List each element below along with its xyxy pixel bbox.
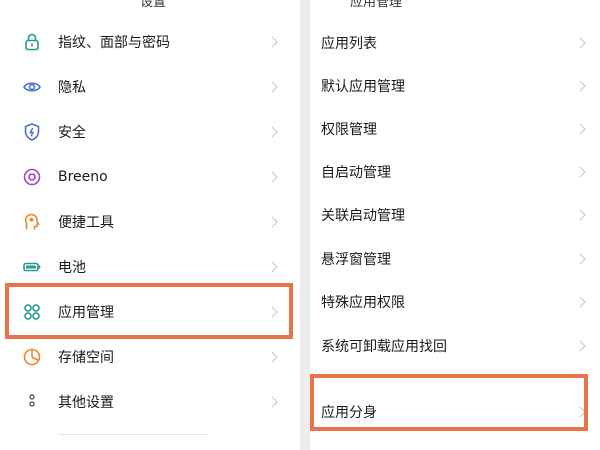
more-icon: [29, 394, 35, 407]
lock-icon: [25, 33, 39, 51]
chevron-right-icon: [574, 123, 586, 135]
eye-icon: [23, 82, 41, 92]
settings-item-label: 便捷工具: [58, 215, 114, 231]
menu-item-label: 权限管理: [321, 122, 377, 138]
chevron-right-icon: [266, 306, 278, 318]
app-management-panel: 应用管理 应用列表 默认应用管理 权限管理 自启动管理 关联启动管理 悬浮窗管理…: [310, 0, 600, 450]
menu-item-label: 悬浮窗管理: [321, 252, 391, 268]
settings-item-other-settings[interactable]: 其他设置: [0, 382, 300, 422]
settings-item-label: 应用管理: [58, 305, 114, 321]
menu-item-label: 默认应用管理: [321, 79, 405, 95]
settings-panel: 设置 指纹、面部与密码 隐私 安全 Breeno 便捷工具 电池 应用管理 存储…: [0, 0, 300, 450]
app-management-item-permissions[interactable]: 权限管理: [310, 109, 600, 149]
settings-item-app-management[interactable]: 应用管理: [0, 292, 300, 332]
chevron-right-icon: [266, 351, 278, 363]
storage-icon: [23, 348, 41, 366]
app-management-item-default-apps[interactable]: 默认应用管理: [310, 66, 600, 106]
app-management-item-app-clone[interactable]: 应用分身: [310, 392, 600, 432]
settings-item-battery[interactable]: 电池: [0, 247, 300, 287]
battery-icon: [23, 262, 41, 272]
settings-item-storage[interactable]: 存储空间: [0, 337, 300, 377]
settings-item-label: 指纹、面部与密码: [58, 35, 170, 51]
settings-item-label: 安全: [58, 125, 86, 141]
chevron-right-icon: [574, 340, 586, 352]
menu-item-label: 应用列表: [321, 36, 377, 52]
chevron-right-icon: [574, 37, 586, 49]
settings-item-label: 存储空间: [58, 350, 114, 366]
panel-title-fragment: 设置: [140, 0, 167, 10]
app-management-item-floating-window[interactable]: 悬浮窗管理: [310, 239, 600, 279]
app-management-item-auto-start[interactable]: 自启动管理: [310, 152, 600, 192]
shield-icon: [24, 123, 40, 141]
menu-item-label: 系统可卸载应用找回: [321, 339, 447, 355]
panel-title-fragment: 应用管理: [350, 0, 403, 10]
app-management-item-associated-start[interactable]: 关联启动管理: [310, 195, 600, 235]
settings-item-convenient-tools[interactable]: 便捷工具: [0, 202, 300, 242]
chevron-right-icon: [574, 406, 586, 418]
settings-item-label: Breeno: [58, 169, 108, 185]
breeno-icon: [23, 168, 41, 186]
chevron-right-icon: [266, 81, 278, 93]
apps-icon: [24, 304, 40, 320]
settings-item-security[interactable]: 安全: [0, 112, 300, 152]
chevron-right-icon: [266, 261, 278, 273]
menu-item-label: 自启动管理: [321, 165, 391, 181]
menu-item-label: 关联启动管理: [321, 208, 405, 224]
settings-item-label: 电池: [58, 260, 86, 276]
menu-item-label: 特殊应用权限: [321, 295, 405, 311]
settings-item-label: 其他设置: [58, 395, 114, 411]
menu-item-label: 应用分身: [321, 405, 377, 421]
chevron-right-icon: [266, 36, 278, 48]
chevron-right-icon: [574, 296, 586, 308]
chevron-right-icon: [266, 126, 278, 138]
settings-item-fingerprint-face-password[interactable]: 指纹、面部与密码: [0, 22, 300, 62]
divider: [58, 434, 208, 435]
settings-item-privacy[interactable]: 隐私: [0, 67, 300, 107]
settings-item-breeno[interactable]: Breeno: [0, 157, 300, 197]
chevron-right-icon: [266, 396, 278, 408]
chevron-right-icon: [266, 171, 278, 183]
settings-item-label: 隐私: [58, 80, 86, 96]
chevron-right-icon: [574, 209, 586, 221]
chevron-right-icon: [266, 216, 278, 228]
chevron-right-icon: [574, 80, 586, 92]
chevron-right-icon: [574, 166, 586, 178]
app-management-item-special-permissions[interactable]: 特殊应用权限: [310, 282, 600, 322]
tools-icon: [24, 213, 40, 230]
app-management-item-app-list[interactable]: 应用列表: [310, 23, 600, 63]
app-management-item-restore-system-apps[interactable]: 系统可卸载应用找回: [310, 326, 600, 366]
chevron-right-icon: [574, 253, 586, 265]
